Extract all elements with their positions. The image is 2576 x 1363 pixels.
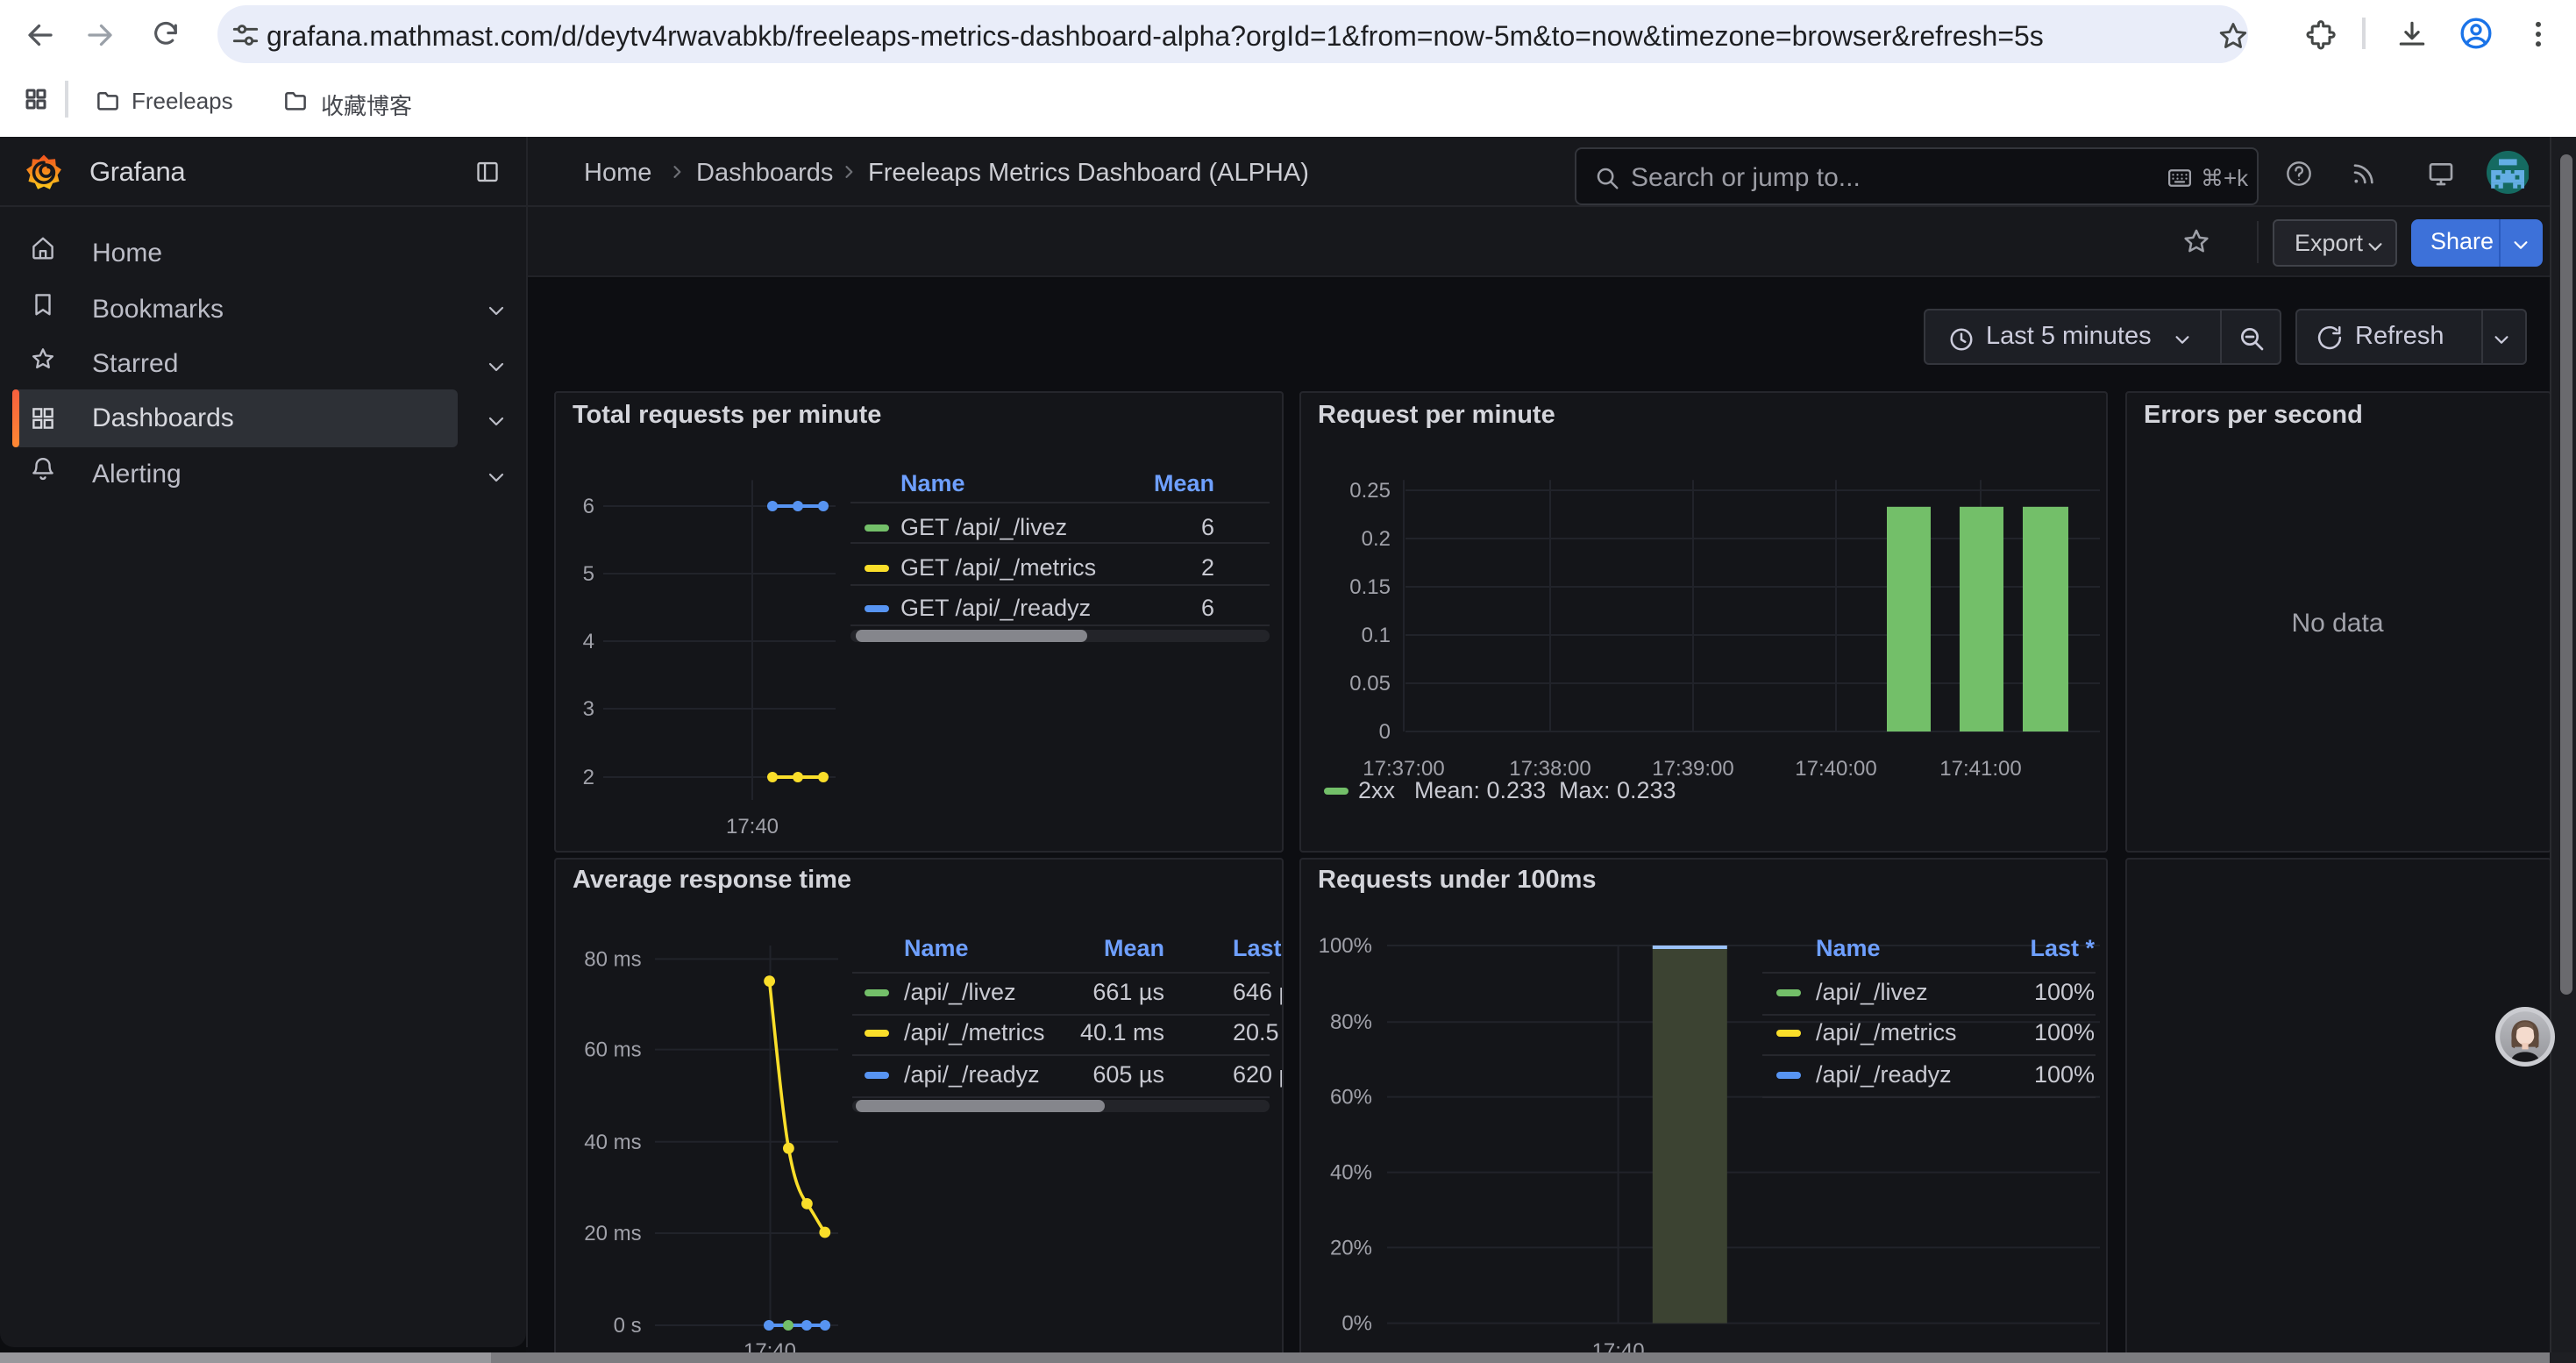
- svg-text:20 ms: 20 ms: [583, 1221, 640, 1245]
- svg-text:2: 2: [582, 766, 594, 789]
- svg-text:80 ms: 80 ms: [583, 946, 640, 970]
- svg-text:4: 4: [582, 630, 594, 653]
- svg-text:80%: 80%: [1329, 1010, 1371, 1033]
- svg-text:0.1: 0.1: [1361, 624, 1390, 647]
- svg-text:20%: 20%: [1329, 1235, 1371, 1259]
- svg-text:17:40: 17:40: [725, 815, 778, 838]
- svg-text:3: 3: [582, 697, 594, 721]
- svg-text:40 ms: 40 ms: [583, 1130, 640, 1153]
- svg-text:5: 5: [582, 562, 594, 586]
- svg-text:17:41:00: 17:41:00: [1939, 757, 2020, 781]
- svg-text:0.15: 0.15: [1348, 575, 1390, 599]
- svg-text:6: 6: [582, 495, 594, 518]
- svg-text:0: 0: [1378, 720, 1390, 744]
- svg-text:0 s: 0 s: [613, 1313, 641, 1337]
- svg-text:17:40:00: 17:40:00: [1794, 757, 1875, 781]
- svg-text:100%: 100%: [1318, 933, 1371, 957]
- svg-text:40%: 40%: [1329, 1160, 1371, 1184]
- svg-text:0%: 0%: [1341, 1311, 1371, 1335]
- svg-text:0.05: 0.05: [1348, 672, 1390, 696]
- svg-text:60 ms: 60 ms: [583, 1038, 640, 1061]
- svg-text:0.25: 0.25: [1348, 479, 1390, 503]
- svg-text:0.2: 0.2: [1361, 527, 1390, 551]
- svg-text:60%: 60%: [1329, 1085, 1371, 1109]
